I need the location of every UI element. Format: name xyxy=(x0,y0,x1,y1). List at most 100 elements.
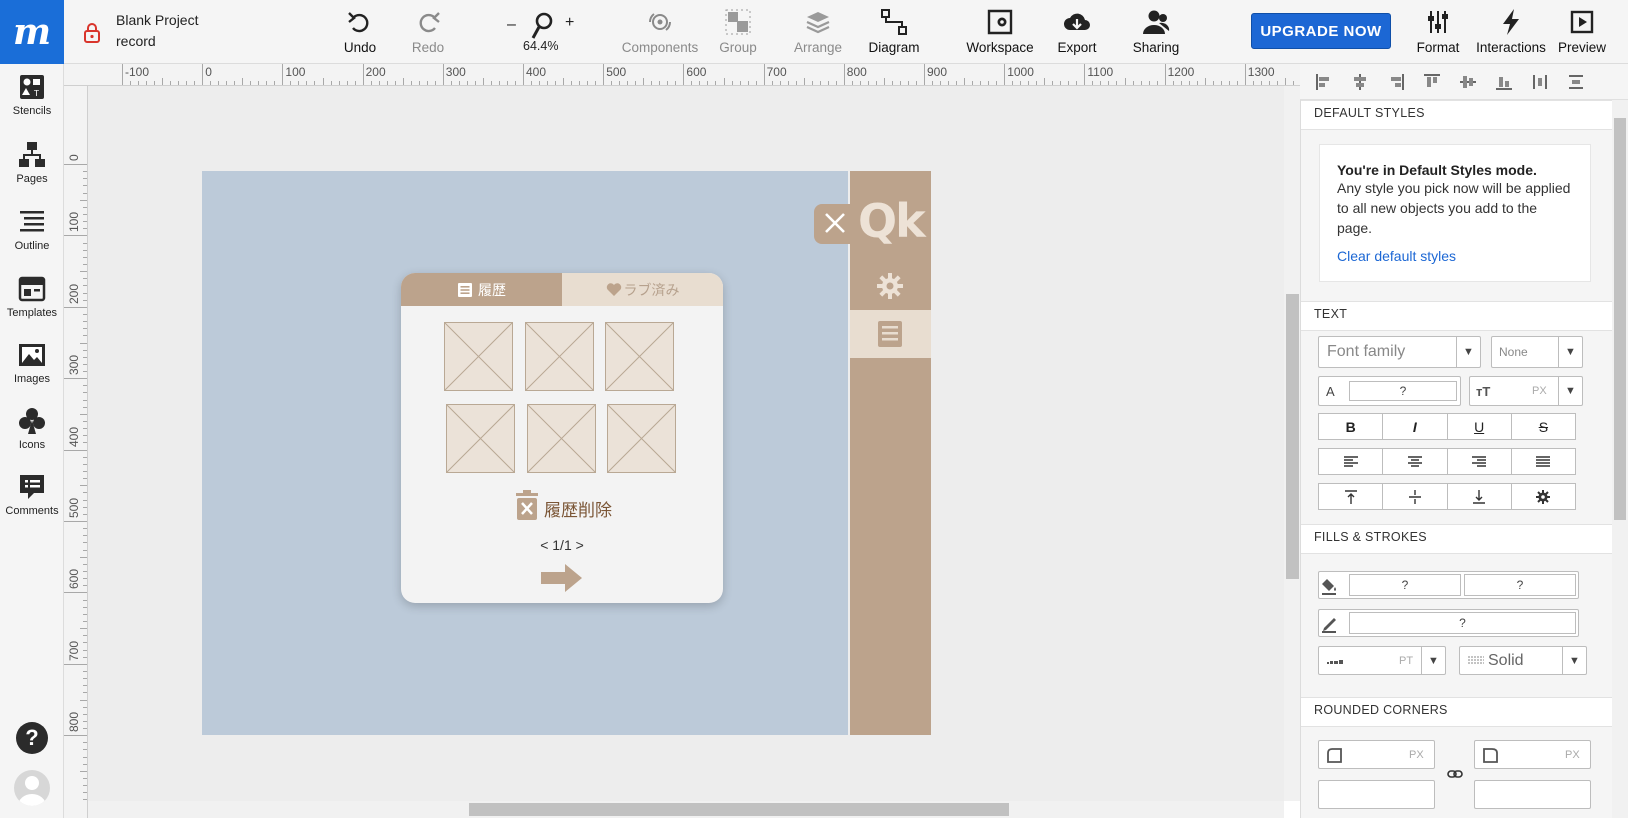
clear-default-styles-link[interactable]: Clear default styles xyxy=(1337,248,1573,264)
play-icon xyxy=(1570,10,1594,34)
bold-button[interactable]: B xyxy=(1319,414,1384,439)
canvas[interactable]: Qk 履歴 ラブ済み 履歴削除 < 1/1 > xyxy=(88,86,1284,801)
corner-radius-right-field[interactable]: PX xyxy=(1474,740,1591,769)
align-top-icon[interactable] xyxy=(1422,72,1442,92)
help-button[interactable]: ? xyxy=(16,722,48,754)
font-weight-select[interactable]: None ▼ xyxy=(1491,336,1583,368)
sidebar-item-templates[interactable]: Templates xyxy=(0,274,64,336)
side-panel[interactable] xyxy=(850,171,931,735)
project-name[interactable]: Blank Project xyxy=(116,10,198,31)
text-align-center-button[interactable] xyxy=(1383,449,1448,474)
ruler-label: 100 xyxy=(67,212,81,233)
components-button[interactable]: Components xyxy=(622,6,698,58)
stroke-color-field[interactable]: ? xyxy=(1318,609,1579,637)
history-dialog: 履歴 ラブ済み 履歴削除 < 1/1 > xyxy=(401,273,723,603)
zoom-in-button[interactable]: + xyxy=(565,14,574,32)
side-logo[interactable]: Qk xyxy=(858,194,926,248)
upgrade-now-button[interactable]: UPGRADE NOW xyxy=(1251,13,1391,49)
canvas-vertical-scrollbar[interactable] xyxy=(1284,86,1300,801)
distribute-vertical-icon[interactable] xyxy=(1566,72,1586,92)
export-button[interactable]: Export xyxy=(1052,6,1102,58)
align-left-icon[interactable] xyxy=(1314,72,1334,92)
stroke-color-value[interactable]: ? xyxy=(1349,612,1576,634)
fill-color-1[interactable]: ? xyxy=(1349,574,1461,596)
format-button[interactable]: Format xyxy=(1413,6,1463,58)
arrange-button[interactable]: Arrange xyxy=(790,6,846,58)
close-button[interactable] xyxy=(814,204,858,244)
sidebar-item-outline[interactable]: Outline xyxy=(0,207,64,269)
page-name[interactable]: record xyxy=(116,31,198,52)
zoom-out-button[interactable]: – xyxy=(507,16,516,34)
image-placeholder[interactable] xyxy=(527,404,596,473)
zoom-level[interactable]: 64.4% xyxy=(523,39,558,53)
align-bottom-icon[interactable] xyxy=(1494,72,1514,92)
text-align-right-button[interactable] xyxy=(1448,449,1512,474)
valign-bottom-button[interactable] xyxy=(1448,484,1512,509)
strikethrough-button[interactable]: S xyxy=(1512,414,1575,439)
align-right-icon[interactable] xyxy=(1386,72,1406,92)
image-placeholder[interactable] xyxy=(607,404,676,473)
ruler-tick xyxy=(1284,78,1286,85)
distribute-horizontal-icon[interactable] xyxy=(1530,72,1550,92)
interactions-button[interactable]: Interactions xyxy=(1473,6,1549,58)
fill-color-2[interactable]: ? xyxy=(1464,574,1576,596)
font-size-field[interactable]: тT PX ▼ xyxy=(1469,376,1583,406)
magnifier-icon[interactable] xyxy=(529,11,555,41)
align-center-icon[interactable] xyxy=(1350,72,1370,92)
ruler-tick xyxy=(80,770,87,772)
redo-button[interactable]: Redo xyxy=(403,6,453,58)
text-color-field[interactable]: A ? xyxy=(1318,376,1461,406)
text-align-left-button[interactable] xyxy=(1319,449,1384,474)
arrow-right-icon[interactable] xyxy=(541,563,583,593)
image-placeholder[interactable] xyxy=(444,322,513,391)
fill-color-field[interactable]: ? ? xyxy=(1318,571,1579,599)
properties-scroll-thumb[interactable] xyxy=(1614,118,1626,520)
tab-liked[interactable]: ラブ済み xyxy=(562,273,723,306)
sidebar-item-images[interactable]: Images xyxy=(0,340,64,402)
canvas-horizontal-scrollbar[interactable] xyxy=(88,801,1284,818)
image-placeholder[interactable] xyxy=(446,404,515,473)
stroke-style-select[interactable]: Solid ▼ xyxy=(1459,646,1587,675)
valign-top-button[interactable] xyxy=(1319,484,1384,509)
image-placeholder[interactable] xyxy=(525,322,594,391)
app-logo[interactable]: m xyxy=(0,0,64,64)
avatar[interactable] xyxy=(14,770,50,806)
italic-button[interactable]: I xyxy=(1383,414,1448,439)
tab-history[interactable]: 履歴 xyxy=(401,273,562,306)
history-side-tab[interactable] xyxy=(850,310,931,358)
underline-button[interactable]: U xyxy=(1448,414,1512,439)
corner-radius-bottom-left-field[interactable] xyxy=(1318,780,1435,809)
sharing-button[interactable]: Sharing xyxy=(1130,6,1182,58)
sidebar-item-stencils[interactable]: T Stencils xyxy=(0,72,64,134)
align-middle-icon[interactable] xyxy=(1458,72,1478,92)
stroke-width-field[interactable]: PT ▼ xyxy=(1318,646,1446,675)
horizontal-scroll-thumb[interactable] xyxy=(469,803,1009,816)
undo-button[interactable]: Undo xyxy=(335,6,385,58)
project-title[interactable]: Blank Project record xyxy=(116,10,198,52)
font-family-select[interactable]: Font family ▼ xyxy=(1318,336,1481,368)
corner-radius-left-field[interactable]: PX xyxy=(1318,740,1435,769)
text-settings-button[interactable] xyxy=(1512,484,1575,509)
sidebar-item-pages[interactable]: Pages xyxy=(0,140,64,202)
workspace-button[interactable]: Workspace xyxy=(966,6,1034,58)
group-button[interactable]: Group xyxy=(713,6,763,58)
text-justify-button[interactable] xyxy=(1512,449,1575,474)
preview-button[interactable]: Preview xyxy=(1556,6,1608,58)
sidebar-item-icons[interactable]: Icons xyxy=(0,406,64,468)
delete-history-label[interactable]: 履歴削除 xyxy=(544,496,612,521)
stencils-icon: T xyxy=(20,75,44,99)
trash-icon[interactable] xyxy=(514,490,540,520)
valign-middle-button[interactable] xyxy=(1383,484,1448,509)
lock-icon[interactable] xyxy=(82,22,102,44)
properties-scrollbar[interactable] xyxy=(1612,100,1628,818)
vertical-scroll-thumb[interactable] xyxy=(1286,294,1299,579)
fills-strokes-header: FILLS & STROKES xyxy=(1301,524,1612,554)
pagination[interactable]: < 1/1 > xyxy=(401,537,723,553)
gear-icon[interactable] xyxy=(876,272,904,300)
corner-radius-bottom-right-field[interactable] xyxy=(1474,780,1591,809)
sidebar-item-comments[interactable]: Comments xyxy=(0,472,64,534)
ruler-label: 100 xyxy=(285,65,306,79)
diagram-button[interactable]: Diagram xyxy=(866,6,922,58)
link-chain-icon[interactable] xyxy=(1447,768,1463,780)
image-placeholder[interactable] xyxy=(605,322,674,391)
